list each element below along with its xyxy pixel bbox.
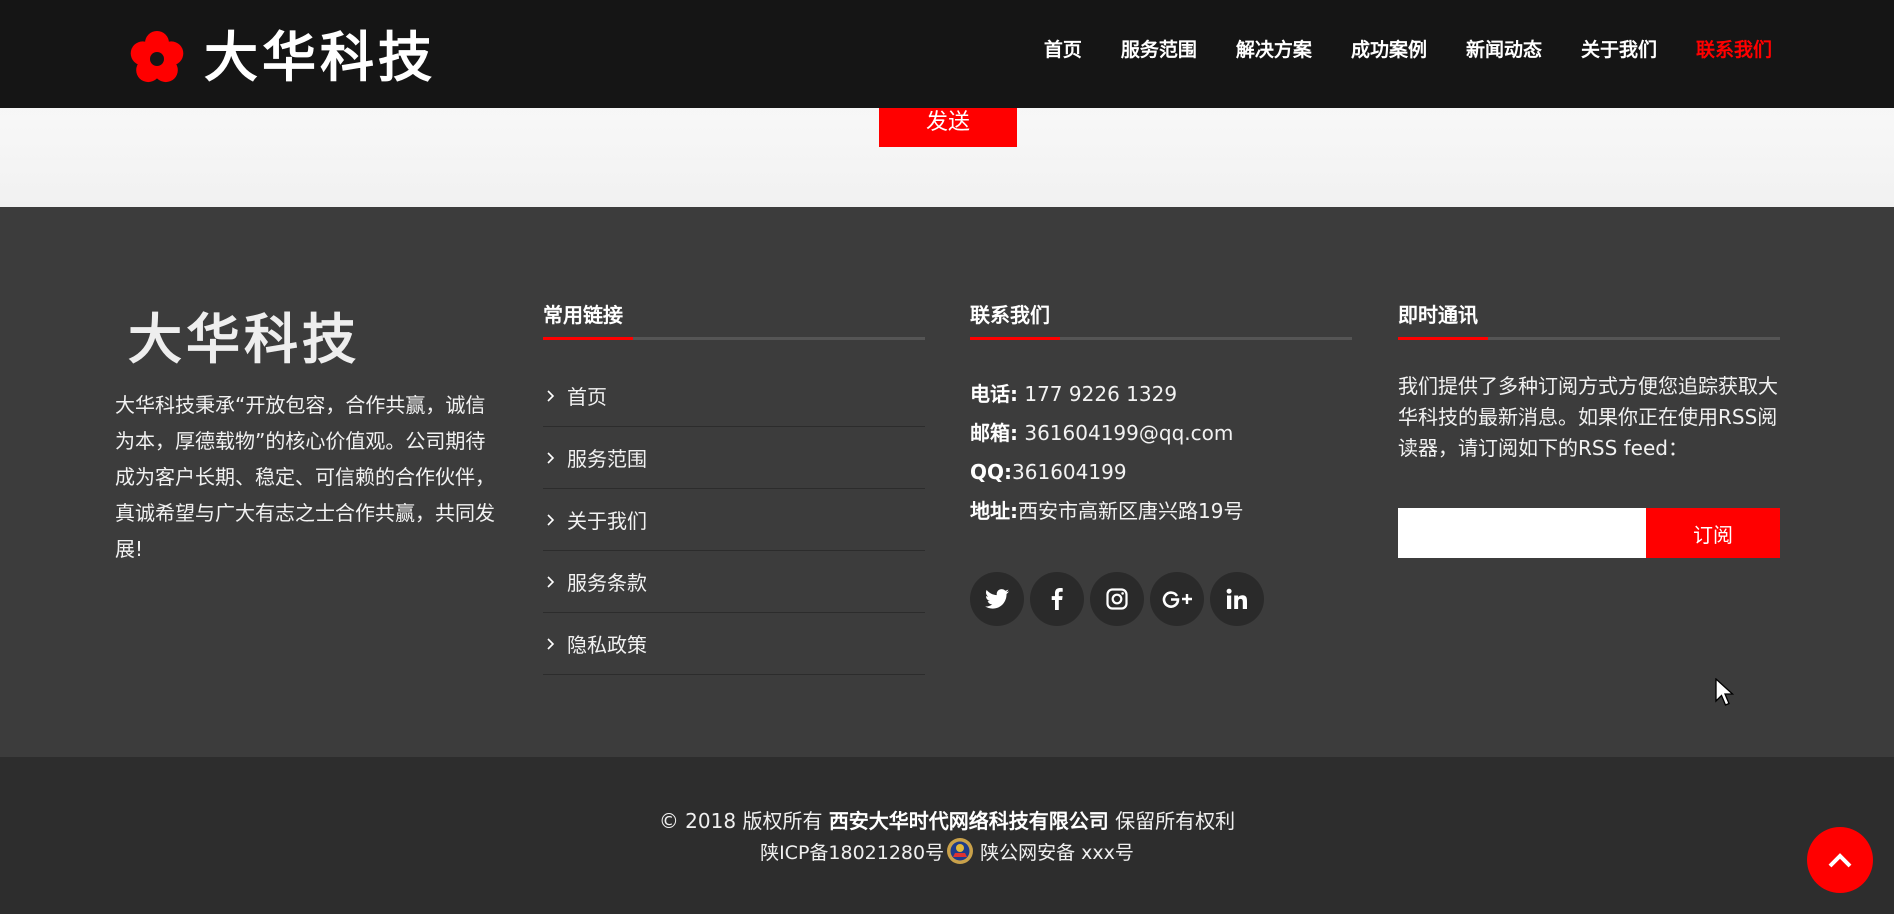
chevron-right-icon [547,389,555,402]
registration-info: 陕ICP备18021280号 陕公网安备 xxx号 [0,837,1894,865]
links-title-underline [543,337,925,340]
contact-phone: 电话: 177 9226 1329 [970,382,1178,406]
chevron-right-icon [547,637,555,650]
linkedin-button[interactable] [1210,572,1264,626]
google-plus-icon [1162,591,1192,608]
flower-logo-icon [130,31,184,83]
contact-qq: QQ:361604199 [970,460,1127,484]
contact-info: 电话: 177 9226 1329 邮箱: 361604199@qq.com Q… [970,375,1350,531]
nav-cases[interactable]: 成功案例 [1351,36,1427,64]
nav-news[interactable]: 新闻动态 [1466,36,1542,64]
nav-home[interactable]: 首页 [1044,36,1082,64]
icp-link[interactable]: 陕ICP备18021280号 [760,838,944,865]
company-name[interactable]: 西安大华时代网络科技有限公司 [829,809,1109,833]
instagram-icon [1106,588,1128,610]
main-nav: 首页 服务范围 解决方案 成功案例 新闻动态 关于我们 联系我们 [1005,36,1772,64]
subscribe-title-underline [1398,337,1780,340]
footer-brand-description: 大华科技秉承“开放包容，合作共赢，诚信为本，厚德载物”的核心价值观。公司期待成为… [115,393,495,561]
instagram-button[interactable] [1090,572,1144,626]
contact-widget-title: 联系我们 [970,303,1050,327]
copyright-bar: © 2018 版权所有 西安大华时代网络科技有限公司 保留所有权利 陕ICP备1… [0,757,1894,914]
chevron-up-icon [1828,853,1852,868]
footer-link-label: 服务范围 [567,447,647,471]
site-footer: 大华科技 大华科技秉承“开放包容，合作共赢，诚信为本，厚德载物”的核心价值观。公… [0,207,1894,757]
police-badge-icon [947,838,974,864]
copyright-text: © 2018 版权所有 西安大华时代网络科技有限公司 保留所有权利 [658,809,1236,833]
mouse-cursor-icon [1715,678,1735,706]
subscribe-description: 我们提供了多种订阅方式方便您追踪获取大华科技的最新消息。如果你正在使用RSS阅读… [1398,374,1778,460]
chevron-right-icon [547,575,555,588]
google-plus-button[interactable] [1150,572,1204,626]
site-header: 大华科技 首页 服务范围 解决方案 成功案例 新闻动态 关于我们 联系我们 [0,0,1894,108]
facebook-button[interactable] [1030,572,1084,626]
footer-brand-title: 大华科技 [128,308,360,371]
subscribe-widget-title: 即时通讯 [1398,303,1478,327]
nav-services[interactable]: 服务范围 [1121,36,1197,64]
links-widget-title: 常用链接 [543,303,623,327]
contact-address: 地址:西安市高新区唐兴路19号 [970,499,1244,523]
nav-about[interactable]: 关于我们 [1581,36,1657,64]
footer-link-label: 隐私政策 [567,633,647,657]
subscribe-button[interactable]: 订阅 [1646,508,1780,558]
footer-link-about[interactable]: 关于我们 [543,489,925,551]
nav-solutions[interactable]: 解决方案 [1236,36,1312,64]
footer-link-services[interactable]: 服务范围 [543,427,925,489]
footer-link-label: 首页 [567,385,607,409]
footer-link-privacy[interactable]: 隐私政策 [543,613,925,675]
footer-link-home[interactable]: 首页 [543,365,925,427]
footer-link-label: 关于我们 [567,509,647,533]
contact-title-underline [970,337,1352,340]
facebook-icon [1051,588,1063,610]
logo-text: 大华科技 [204,26,436,89]
footer-link-terms[interactable]: 服务条款 [543,551,925,613]
nav-contact[interactable]: 联系我们 [1696,36,1772,64]
footer-links-list: 首页 服务范围 关于我们 服务条款 隐私政策 [543,365,925,675]
twitter-icon [985,589,1009,609]
back-to-top-button[interactable] [1807,827,1873,893]
chevron-right-icon [547,451,555,464]
social-links [970,572,1270,626]
linkedin-icon [1226,588,1247,609]
site-logo[interactable]: 大华科技 [130,28,436,88]
footer-link-label: 服务条款 [567,571,647,595]
chevron-right-icon [547,513,555,526]
twitter-button[interactable] [970,572,1024,626]
subscribe-email-input[interactable] [1398,508,1646,558]
contact-email[interactable]: 邮箱: 361604199@qq.com [970,414,1350,453]
police-record-link[interactable]: 陕公网安备 xxx号 [980,838,1134,865]
